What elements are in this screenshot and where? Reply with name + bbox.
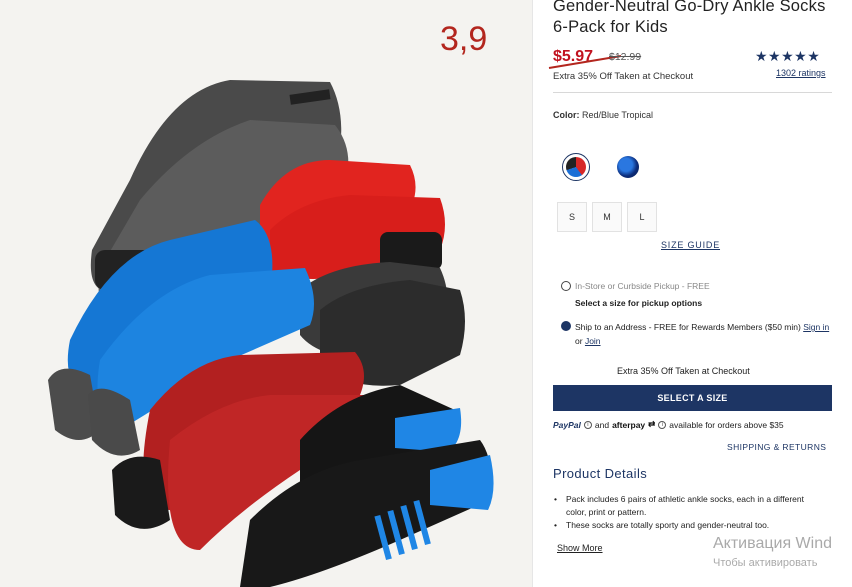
windows-activation-subtext: Чтобы активировать	[713, 557, 818, 569]
or-text: or	[575, 335, 583, 346]
show-more-link[interactable]: Show More	[557, 543, 603, 553]
ship-radio[interactable]	[561, 321, 571, 331]
product-details-heading: Product Details	[553, 466, 648, 481]
shipping-returns-link[interactable]: SHIPPING & RETURNS	[727, 442, 826, 452]
swatch-red-blue-tropical[interactable]	[562, 153, 590, 181]
sign-in-link[interactable]: Sign in	[803, 322, 829, 332]
promo-note: Extra 35% Off Taken at Checkout	[553, 71, 694, 82]
and-text: and	[594, 419, 610, 430]
size-guide-link[interactable]: SIZE GUIDE	[661, 240, 720, 250]
product-image[interactable]: 3,9	[0, 0, 532, 587]
sock-red-pair	[260, 160, 445, 279]
divider	[553, 92, 832, 93]
select-size-button[interactable]: SELECT A SIZE	[553, 385, 832, 411]
socks-illustration	[48, 80, 494, 587]
original-price: $12.99	[609, 51, 642, 63]
afterpay-arrow-icon: ⇄	[648, 419, 656, 429]
list-item: These socks are totally sporty and gende…	[553, 519, 823, 532]
color-label-key: Color:	[553, 110, 580, 120]
pickup-label: In-Store or Curbside Pickup - FREE	[575, 281, 710, 291]
product-info-panel: Gender-Neutral Go-Dry Ankle Socks 6-Pack…	[532, 0, 852, 587]
color-value: Red/Blue Tropical	[582, 110, 654, 120]
afterpay-logo: afterpay	[612, 419, 646, 430]
pickup-radio[interactable]	[561, 281, 571, 291]
swatch-blue[interactable]	[617, 156, 639, 178]
star-rating: ★★★★★	[755, 48, 821, 64]
windows-activation-watermark: Активация Wind	[713, 535, 832, 552]
color-label: Color: Red/Blue Tropical	[553, 110, 653, 120]
paypal-logo: PayPal	[553, 419, 581, 430]
payment-note: available for orders above $35	[669, 419, 784, 430]
payment-options: PayPal i and afterpay ⇄ i available for …	[553, 419, 784, 430]
info-icon[interactable]: i	[658, 420, 667, 429]
ship-label: Ship to an Address - FREE for Rewards Me…	[575, 321, 837, 348]
pickup-sublabel: Select a size for pickup options	[575, 298, 703, 308]
ship-label-text: Ship to an Address - FREE for Rewards Me…	[575, 322, 801, 332]
size-s-button[interactable]: S	[557, 202, 587, 232]
ratings-link[interactable]: 1302 ratings	[776, 68, 826, 78]
swatch-inner	[566, 157, 586, 177]
list-item: Pack includes 6 pairs of athletic ankle …	[553, 493, 823, 519]
extra-promo: Extra 35% Off Taken at Checkout	[617, 366, 750, 376]
info-icon[interactable]: i	[583, 420, 592, 429]
product-title: Gender-Neutral Go-Dry Ankle Socks 6-Pack…	[553, 0, 826, 36]
size-m-button[interactable]: M	[592, 202, 622, 232]
product-details-list: Pack includes 6 pairs of athletic ankle …	[553, 493, 823, 532]
join-link[interactable]: Join	[585, 336, 601, 346]
handwritten-annotation: 3,9	[440, 20, 488, 58]
size-l-button[interactable]: L	[627, 202, 657, 232]
